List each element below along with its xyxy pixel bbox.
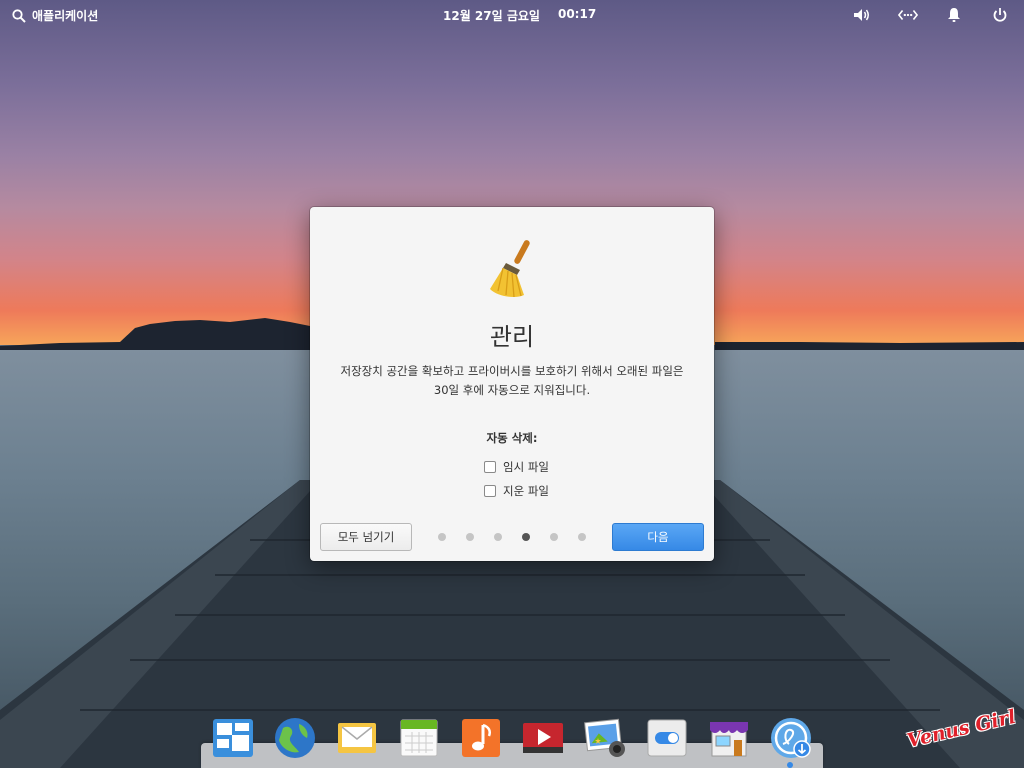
broom-icon xyxy=(490,240,530,298)
calendar-icon[interactable] xyxy=(397,716,441,760)
page-dot-3[interactable] xyxy=(494,533,502,541)
time-label: 00:17 xyxy=(557,7,597,21)
date-label: 12월 27일 금요일 xyxy=(443,9,540,23)
power-icon[interactable] xyxy=(990,6,1010,24)
multitasking-view-icon[interactable] xyxy=(211,716,255,760)
dialog-description: 저장장치 공간을 확보하고 프라이버시를 보호하기 위해서 오래된 파일은 30… xyxy=(340,364,684,397)
installer-icon[interactable] xyxy=(769,716,813,760)
applications-label: 애플리케이션 xyxy=(32,9,99,23)
system-settings-icon[interactable] xyxy=(645,716,689,760)
appcenter-icon[interactable] xyxy=(707,716,751,760)
datetime-indicator[interactable]: 12월 27일 금요일 00:17 xyxy=(443,7,596,24)
notifications-bell-icon[interactable] xyxy=(944,6,964,24)
page-dot-5[interactable] xyxy=(550,533,558,541)
volume-icon[interactable] xyxy=(852,6,872,24)
skip-all-button[interactable]: 모두 넘기기 xyxy=(320,523,412,551)
onboarding-dialog: 관리 저장장치 공간을 확보하고 프라이버시를 보호하기 위해서 오래된 파일은… xyxy=(310,207,714,561)
trash-files-checkbox[interactable]: 지운 파일 xyxy=(484,483,549,499)
music-icon[interactable] xyxy=(459,716,503,760)
checkbox-box[interactable] xyxy=(484,485,496,497)
network-icon[interactable] xyxy=(898,6,918,24)
running-app-indicator xyxy=(787,762,793,768)
search-icon xyxy=(12,8,26,23)
applications-menu-button[interactable]: 애플리케이션 xyxy=(12,7,98,24)
checkbox-box[interactable] xyxy=(484,461,496,473)
next-button[interactable]: 다음 xyxy=(612,523,704,551)
top-panel: 애플리케이션 12월 27일 금요일 00:17 xyxy=(0,0,1024,30)
page-indicator xyxy=(438,533,586,541)
page-dot-2[interactable] xyxy=(466,533,474,541)
web-browser-icon[interactable] xyxy=(273,716,317,760)
trash-files-label: 지운 파일 xyxy=(503,484,549,498)
mail-icon[interactable] xyxy=(335,716,379,760)
page-dot-6[interactable] xyxy=(578,533,586,541)
page-dot-4[interactable] xyxy=(522,533,530,541)
auto-delete-label: 자동 삭제: xyxy=(486,431,538,445)
temp-files-checkbox[interactable]: 임시 파일 xyxy=(484,459,549,475)
dialog-title: 관리 xyxy=(489,323,535,351)
photos-icon[interactable] xyxy=(583,716,627,760)
temp-files-label: 임시 파일 xyxy=(503,460,549,474)
page-dot-1[interactable] xyxy=(438,533,446,541)
videos-icon[interactable] xyxy=(521,716,565,760)
